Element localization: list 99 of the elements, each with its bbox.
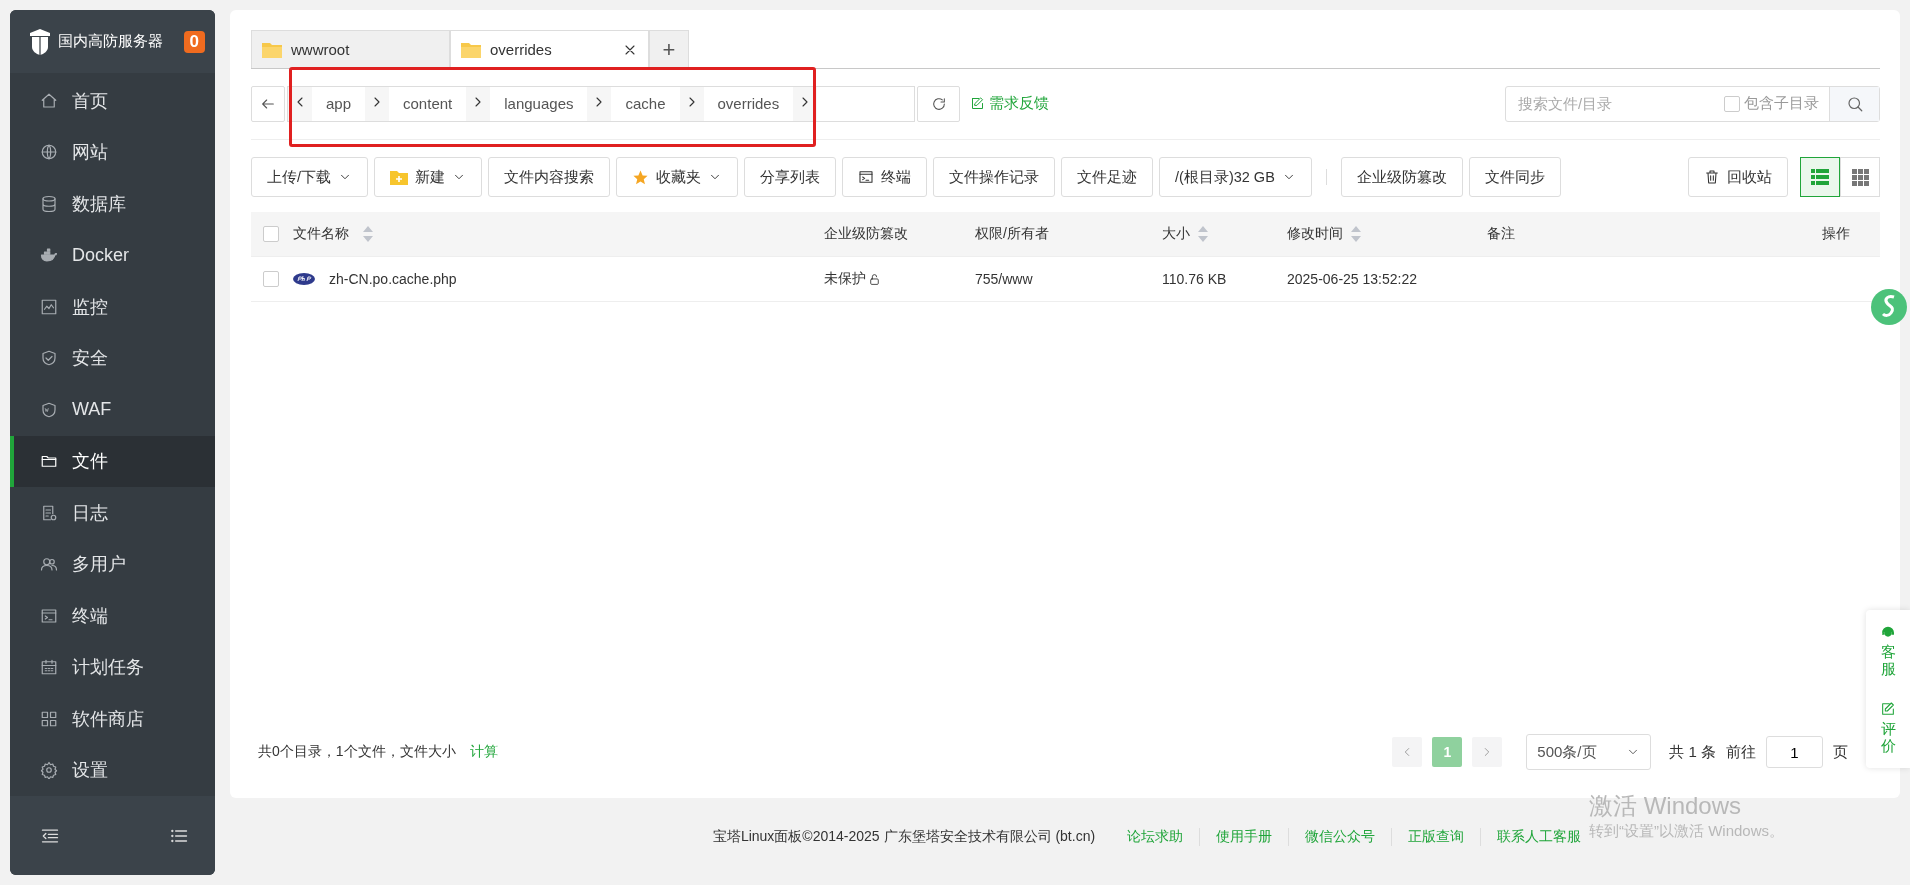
star-icon <box>632 168 650 186</box>
goto-label: 前往 <box>1726 742 1756 762</box>
calendar-icon <box>40 658 58 677</box>
sidebar-item[interactable]: 网站 <box>10 126 215 179</box>
database-icon <box>40 194 58 213</box>
whale-icon <box>40 246 58 265</box>
summary-text: 共0个目录，1个文件，文件大小 <box>257 743 456 761</box>
edit-icon <box>970 96 985 111</box>
toolbar-button[interactable]: 新建 <box>374 157 483 197</box>
toolbar-button[interactable]: 上传/下载 <box>251 157 369 197</box>
add-tab-button[interactable]: + <box>649 30 689 68</box>
sidebar-item[interactable]: 多用户 <box>10 538 215 591</box>
php-file-icon <box>293 273 315 285</box>
checkbox-label: 包含子目录 <box>1744 94 1819 113</box>
back-button[interactable] <box>251 85 285 122</box>
column-header: 企业级防篡改 <box>824 225 908 243</box>
refresh-button[interactable] <box>917 85 960 122</box>
total-count: 共 1 条 <box>1669 742 1716 762</box>
breadcrumb-item[interactable]: overrides <box>703 86 794 121</box>
settings-icon <box>40 761 58 780</box>
new-folder-icon <box>390 169 409 185</box>
table-cell: 2025-06-25 13:52:22 <box>1287 271 1417 287</box>
unlock-icon <box>868 272 881 286</box>
page-size-select[interactable]: 500条/页 <box>1526 734 1652 770</box>
brand-name: 国内高防服务器 <box>58 32 164 52</box>
table-cell: 未保护 <box>824 270 866 288</box>
column-header: 操作 <box>1822 225 1850 243</box>
activation-title: 激活 Windows <box>1589 791 1743 821</box>
castle-logo-icon <box>28 28 52 55</box>
column-header: 大小 <box>1162 225 1190 243</box>
file-name[interactable]: zh-CN.po.cache.php <box>329 271 457 287</box>
folder-icon <box>461 41 481 58</box>
terminal-icon <box>858 169 875 185</box>
home-icon <box>40 91 58 110</box>
edit-icon <box>1880 701 1896 717</box>
toolbar-button[interactable]: /(根目录)32 GB <box>1159 157 1312 197</box>
breadcrumb-item[interactable]: cache <box>611 86 680 121</box>
sidebar-item[interactable]: 终端 <box>10 590 215 642</box>
sort-icon[interactable] <box>1198 226 1208 242</box>
toolbar-button[interactable]: 文件同步 <box>1468 157 1561 197</box>
table-cell: 110.76 KB <box>1162 271 1227 287</box>
toolbar-button[interactable]: 文件足迹 <box>1061 157 1154 197</box>
toolbar-button[interactable]: 分享列表 <box>744 157 837 197</box>
sidebar-item[interactable]: 监控 <box>10 281 215 333</box>
toolbar-button[interactable]: 文件操作记录 <box>933 157 1056 197</box>
sidebar-item[interactable]: 首页 <box>10 75 215 127</box>
sidebar-item[interactable]: 数据库 <box>10 178 215 230</box>
toolbar-button[interactable]: 文件内容搜索 <box>488 157 611 197</box>
toolbar-button[interactable]: 终端 <box>842 157 928 197</box>
search-icon <box>1845 94 1864 113</box>
terminal-icon <box>40 606 58 625</box>
chart-icon <box>40 297 58 316</box>
shield-icon <box>40 349 58 368</box>
sidebar-item[interactable]: Docker <box>10 229 215 282</box>
copyright-text: 宝塔Linux面板©2014-2025 广东堡塔安全技术有限公司 (bt.cn) <box>712 827 1096 846</box>
sidebar-item[interactable]: 计划任务 <box>10 641 215 694</box>
grid-view-icon <box>1851 168 1869 186</box>
sidebar-item[interactable]: 文件 <box>10 435 215 488</box>
assistant-icon[interactable] <box>1868 287 1910 327</box>
checkbox[interactable] <box>263 271 279 287</box>
log-icon <box>40 503 58 522</box>
users-icon <box>40 555 58 574</box>
sort-icon[interactable] <box>1351 226 1361 242</box>
list-view-icon <box>1811 169 1829 185</box>
list-view-button[interactable] <box>1800 157 1840 197</box>
sidebar-item[interactable]: WAF <box>10 384 215 436</box>
toolbar-button[interactable]: 收藏夹 <box>616 157 739 197</box>
shield-icon <box>40 400 58 419</box>
column-header: 权限/所有者 <box>975 225 1049 243</box>
breadcrumb-item[interactable]: languages <box>490 86 588 121</box>
page-label: 页 <box>1833 742 1848 762</box>
globe-icon <box>40 143 58 162</box>
recycle-bin-button[interactable]: 回收站 <box>1688 157 1788 197</box>
table-cell[interactable]: 755/www <box>975 271 1033 287</box>
folder-tab[interactable]: overrides <box>450 30 649 68</box>
sidebar-item[interactable]: 日志 <box>10 487 215 539</box>
column-header: 文件名称 <box>293 225 349 243</box>
refresh-icon <box>930 95 947 112</box>
toolbar-button[interactable]: 企业级防篡改 <box>1340 157 1463 197</box>
path-field[interactable]: app content languages cache overrides <box>287 85 915 122</box>
grid-view-button[interactable] <box>1840 157 1880 197</box>
breadcrumb-item[interactable]: app <box>312 86 366 121</box>
folder-tab[interactable]: wwwroot <box>251 30 450 68</box>
sidebar-item[interactable]: 安全 <box>10 332 215 385</box>
page-input[interactable]: 1 <box>1766 736 1823 768</box>
checkbox[interactable] <box>1724 95 1740 112</box>
sidebar-item[interactable]: 软件商店 <box>10 693 215 745</box>
next-page-button[interactable] <box>1472 737 1503 767</box>
column-header: 备注 <box>1487 225 1515 243</box>
sidebar-item[interactable]: 设置 <box>10 744 215 797</box>
sort-icon[interactable] <box>363 226 373 242</box>
folder-icon <box>262 41 282 58</box>
column-header: 修改时间 <box>1287 225 1343 243</box>
apps-icon <box>40 709 58 728</box>
breadcrumb-item[interactable]: content <box>389 86 467 121</box>
checkbox[interactable] <box>263 226 279 242</box>
headset-icon <box>1880 624 1896 640</box>
prev-page-button[interactable] <box>1392 737 1423 767</box>
trash-icon <box>1704 169 1720 185</box>
